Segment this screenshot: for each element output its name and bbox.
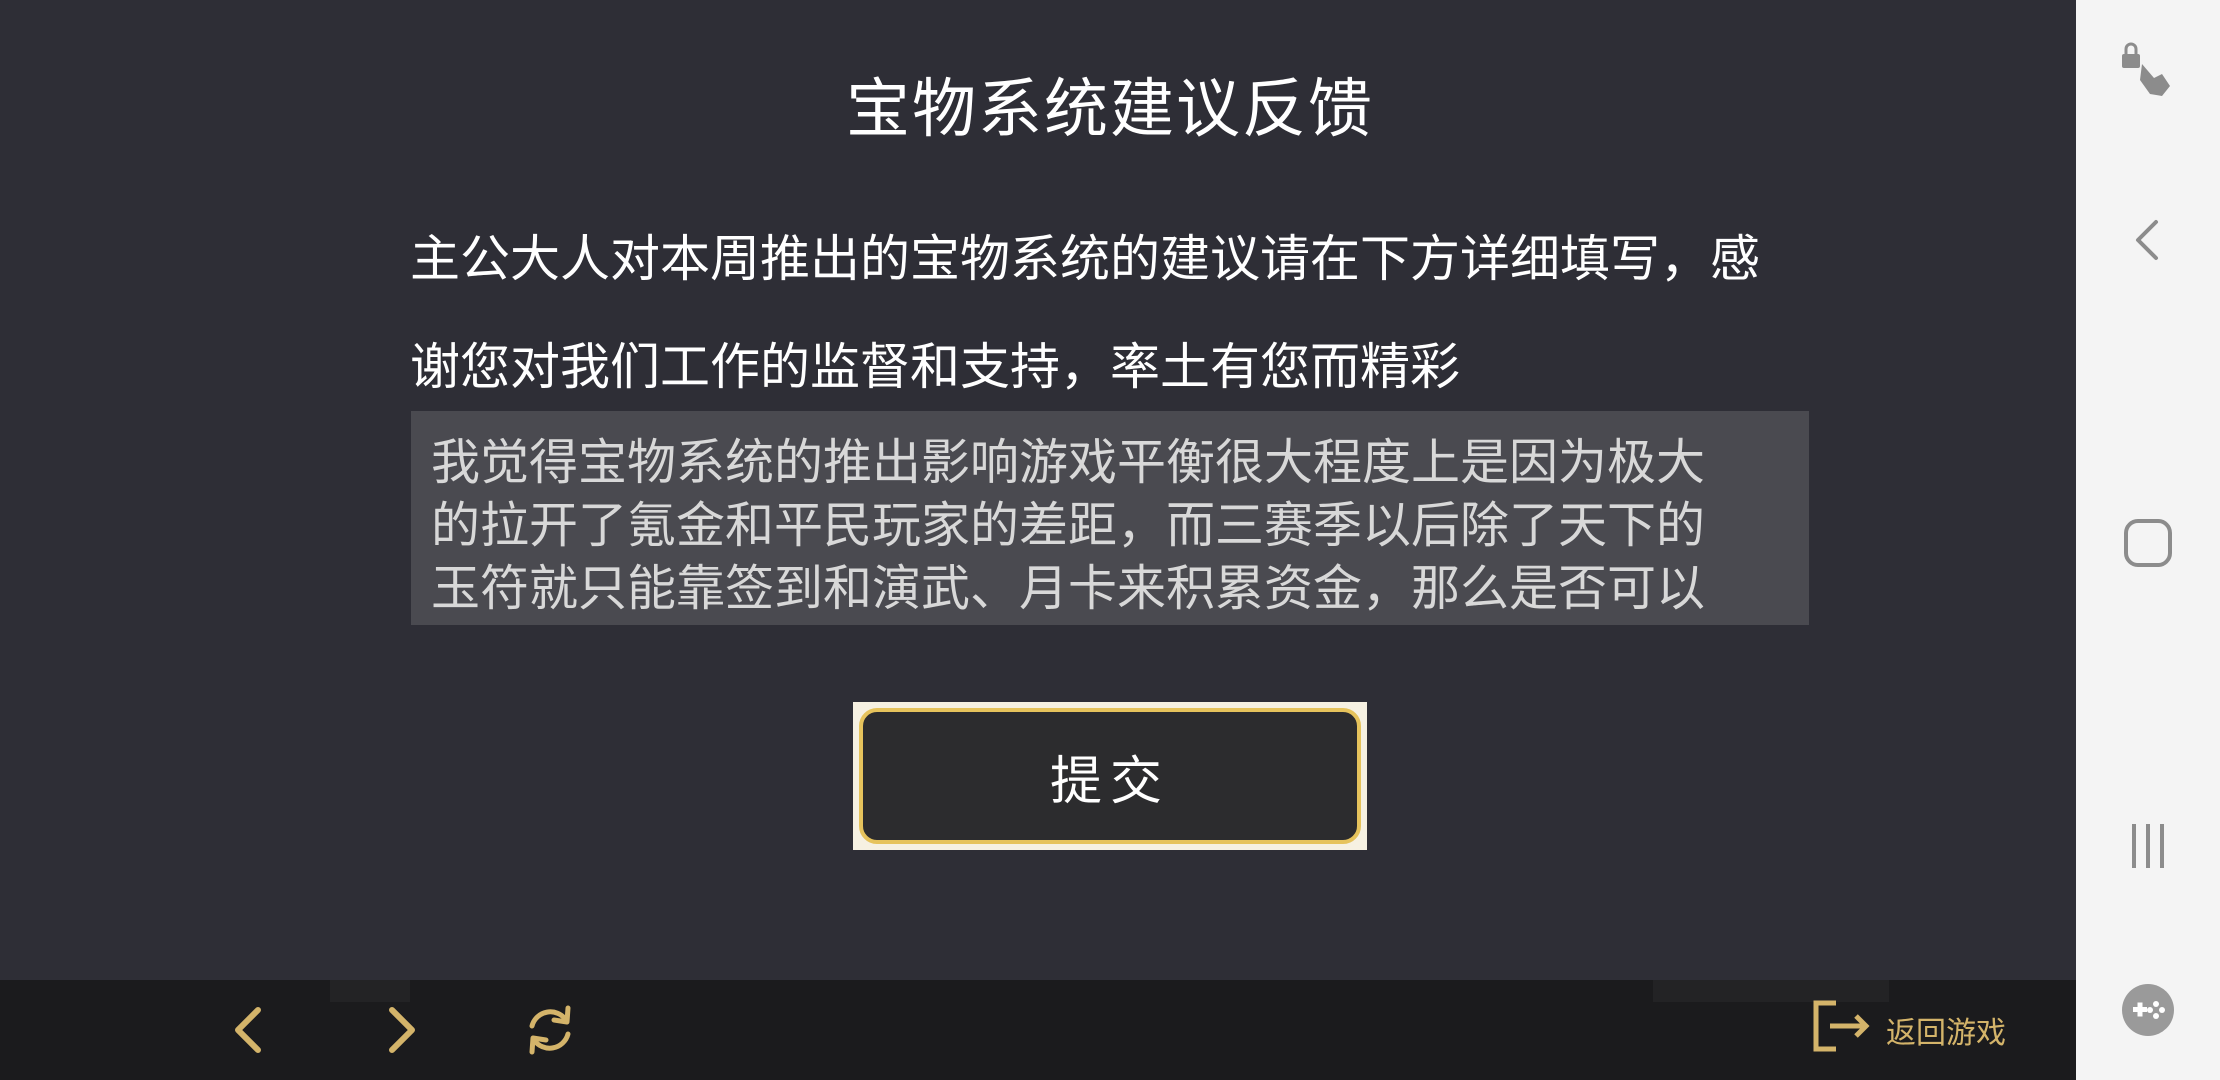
return-label: 返回游戏 — [1886, 1016, 2006, 1051]
submit-button[interactable]: 提交 — [859, 708, 1361, 844]
back-icon[interactable] — [2118, 210, 2178, 270]
home-icon[interactable] — [2118, 513, 2178, 573]
system-nav-sidebar — [2076, 0, 2220, 1080]
refresh-icon[interactable] — [520, 1000, 580, 1060]
return-to-game-button[interactable]: 返回游戏 — [1812, 1000, 2006, 1060]
feedback-textarea[interactable]: 我觉得宝物系统的推出影响游戏平衡很大程度上是因为极大 的拉开了氪金和平民玩家的差… — [411, 411, 1809, 625]
description-line-1: 主公大人对本周推出的宝物系统的建议请在下方详细填写，感 — [410, 230, 1760, 288]
feedback-description: 主公大人对本周推出的宝物系统的建议请在下方详细填写，感 谢您对我们工作的监督和支… — [410, 205, 1810, 421]
recents-icon[interactable] — [2118, 816, 2178, 876]
page-title: 宝物系统建议反馈 — [846, 73, 1374, 147]
feedback-text-line-2: 的拉开了氪金和平民玩家的差距，而三赛季以后除了天下的 — [431, 497, 1706, 554]
description-line-2: 谢您对我们工作的监督和支持，率土有您而精彩 — [410, 338, 1460, 396]
exit-icon — [1812, 999, 1872, 1061]
feedback-text-line-1: 我觉得宝物系统的推出影响游戏平衡很大程度上是因为极大 — [431, 434, 1706, 491]
game-tools-icon[interactable] — [2118, 980, 2178, 1040]
chevron-right-icon[interactable] — [370, 1000, 430, 1060]
chevron-left-icon[interactable] — [220, 1000, 280, 1060]
submit-button-frame: 提交 — [853, 702, 1367, 850]
feedback-text-line-3: 玉符就只能靠签到和演武、月卡来积累资金，那么是否可以 — [431, 560, 1706, 617]
touch-lock-icon[interactable] — [2118, 40, 2178, 100]
bar-divider — [330, 980, 410, 1002]
